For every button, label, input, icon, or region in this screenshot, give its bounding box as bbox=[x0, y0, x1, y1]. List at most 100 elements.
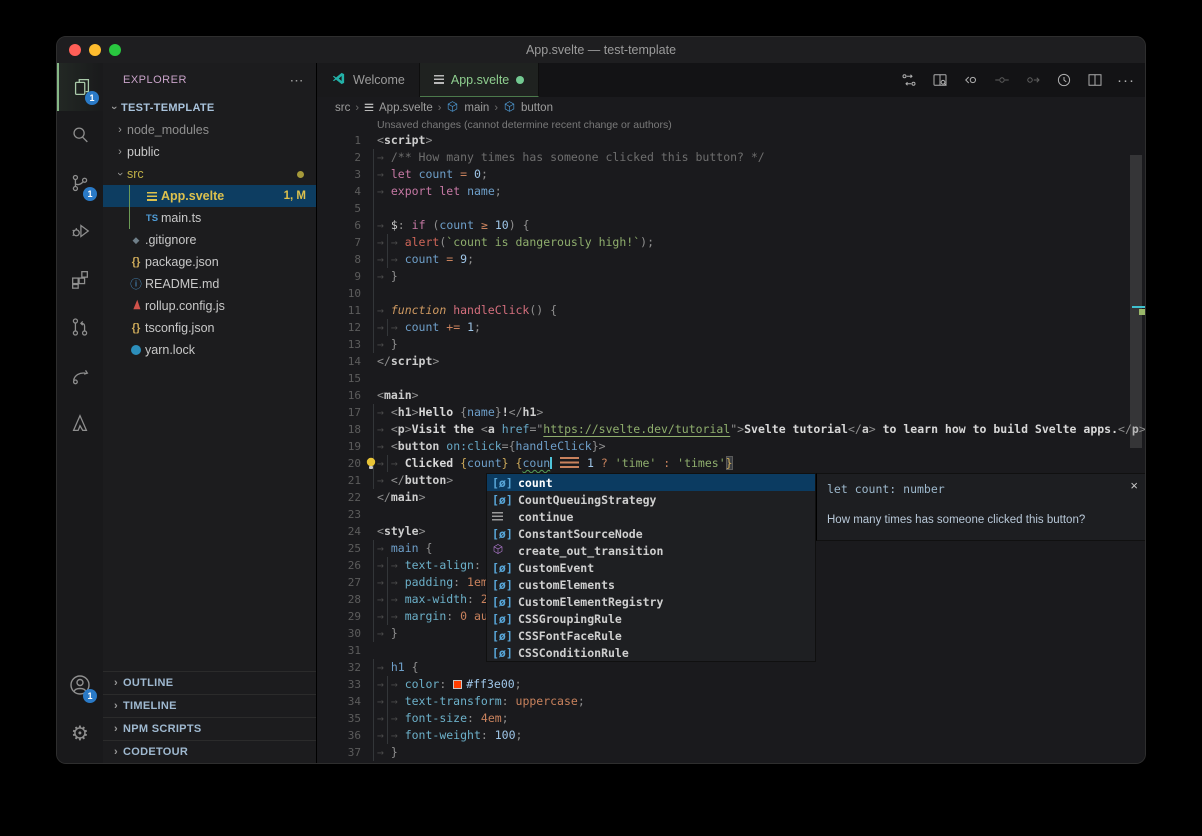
section-codetour[interactable]: ›CODETOUR bbox=[103, 740, 316, 763]
suggest-item-countqueuingstrategy[interactable]: [ø]CountQueuingStrategy bbox=[487, 491, 815, 508]
code-line-9[interactable]: 9→ } bbox=[317, 268, 1145, 285]
close-icon[interactable]: × bbox=[1130, 478, 1138, 493]
tab-label: Welcome bbox=[353, 73, 405, 87]
breadcrumb-main[interactable]: main bbox=[464, 102, 489, 114]
tree-item-label: rollup.config.js bbox=[145, 299, 225, 313]
compare-changes-icon[interactable] bbox=[900, 71, 918, 89]
code-line-13[interactable]: 13→ } bbox=[317, 336, 1145, 353]
code-line-11[interactable]: 11→ function handleClick() { bbox=[317, 302, 1145, 319]
code-line-4[interactable]: 4→ export let name; bbox=[317, 183, 1145, 200]
tree-root-test-template[interactable]: › TEST-TEMPLATE bbox=[103, 97, 316, 119]
yarn-file-icon bbox=[131, 345, 141, 355]
suggest-widget: [ø]count[ø]CountQueuingStrategycontinue[… bbox=[486, 473, 816, 662]
azure-icon[interactable] bbox=[57, 399, 103, 447]
extensions-icon[interactable] bbox=[57, 255, 103, 303]
tree-item-app-svelte[interactable]: App.svelte1, M bbox=[103, 185, 316, 207]
code-line-8[interactable]: 8→ → count = 9; bbox=[317, 251, 1145, 268]
code-line-36[interactable]: 36→ → font-weight: 100; bbox=[317, 727, 1145, 744]
explorer-more-actions-icon[interactable]: ⋯ bbox=[290, 63, 305, 97]
tree-item-package-json[interactable]: {}package.json bbox=[103, 251, 316, 273]
code-line-16[interactable]: 16<main> bbox=[317, 387, 1145, 404]
suggest-item-count[interactable]: [ø]count bbox=[487, 474, 815, 491]
code-line-18[interactable]: 18→ <p>Visit the <a href="https://svelte… bbox=[317, 421, 1145, 438]
source-control-icon[interactable]: 1 bbox=[57, 159, 103, 207]
indent-guide bbox=[373, 149, 374, 353]
explorer-icon[interactable]: 1 bbox=[57, 63, 105, 111]
github-pr-icon[interactable] bbox=[57, 303, 103, 351]
breadcrumb-button[interactable]: button bbox=[521, 102, 553, 114]
breadcrumb-src[interactable]: src bbox=[335, 102, 350, 114]
code-line-33[interactable]: 33→ → color: #ff3e00; bbox=[317, 676, 1145, 693]
section-outline[interactable]: ›OUTLINE bbox=[103, 671, 316, 694]
code-editor[interactable]: Unsaved changes (cannot determine recent… bbox=[317, 118, 1145, 763]
suggest-item-cssconditionrule[interactable]: [ø]CSSConditionRule bbox=[487, 644, 815, 661]
indent-guide bbox=[373, 404, 374, 489]
live-share-icon[interactable] bbox=[57, 351, 103, 399]
code-line-17[interactable]: 17→ <h1>Hello {name}!</h1> bbox=[317, 404, 1145, 421]
code-line-15[interactable]: 15 bbox=[317, 370, 1145, 387]
tree-item-public[interactable]: ›public bbox=[103, 141, 316, 163]
code-line-37[interactable]: 37→ } bbox=[317, 744, 1145, 761]
symbol-variable-icon: [ø] bbox=[492, 646, 513, 660]
code-line-6[interactable]: 6→ $: if (count ≥ 10) { bbox=[317, 217, 1145, 234]
more-actions-icon[interactable]: ··· bbox=[1117, 72, 1135, 89]
suggest-item-cssfontfacerule[interactable]: [ø]CSSFontFaceRule bbox=[487, 627, 815, 644]
line-number: 5 bbox=[317, 200, 377, 217]
css-color-swatch bbox=[453, 680, 462, 689]
line-number: 13 bbox=[317, 336, 377, 353]
suggest-item-customelementregistry[interactable]: [ø]CustomElementRegistry bbox=[487, 593, 815, 610]
breadcrumb-app-svelte[interactable]: App.svelte bbox=[379, 102, 433, 114]
suggest-item-continue[interactable]: continue bbox=[487, 508, 815, 525]
section-timeline[interactable]: ›TIMELINE bbox=[103, 694, 316, 717]
next-change-icon[interactable] bbox=[1024, 71, 1042, 89]
suggest-item-constantsourcenode[interactable]: [ø]ConstantSourceNode bbox=[487, 525, 815, 542]
tree-item-yarn-lock[interactable]: yarn.lock bbox=[103, 339, 316, 361]
code-line-2[interactable]: 2→ /** How many times has someone clicke… bbox=[317, 149, 1145, 166]
tree-item--gitignore[interactable]: ◆.gitignore bbox=[103, 229, 316, 251]
overview-ruler-change-mark bbox=[1139, 309, 1145, 315]
code-line-5[interactable]: 5 bbox=[317, 200, 1145, 217]
suggest-item-create_out_transition[interactable]: create_out_transition bbox=[487, 542, 815, 559]
tree-item-tsconfig-json[interactable]: {}tsconfig.json bbox=[103, 317, 316, 339]
code-line-10[interactable]: 10 bbox=[317, 285, 1145, 302]
line-number: 27 bbox=[317, 574, 377, 591]
suggest-item-customelements[interactable]: [ø]customElements bbox=[487, 576, 815, 593]
code-line-1[interactable]: 1<script> bbox=[317, 132, 1145, 149]
code-line-35[interactable]: 35→ → font-size: 4em; bbox=[317, 710, 1145, 727]
lightbulb-icon[interactable] bbox=[365, 457, 377, 473]
code-line-19[interactable]: 19→ <button on:click={handleClick}> bbox=[317, 438, 1145, 455]
diff-dim-icon[interactable] bbox=[993, 71, 1011, 89]
line-number: 8 bbox=[317, 251, 377, 268]
timeline-icon[interactable] bbox=[1055, 71, 1073, 89]
code-line-12[interactable]: 12→ → count += 1; bbox=[317, 319, 1145, 336]
search-icon[interactable] bbox=[57, 111, 103, 159]
suggest-item-cssgroupingrule[interactable]: [ø]CSSGroupingRule bbox=[487, 610, 815, 627]
run-debug-icon[interactable] bbox=[57, 207, 103, 255]
account-icon[interactable]: 1 bbox=[57, 661, 103, 709]
tab-welcome[interactable]: Welcome bbox=[317, 63, 420, 97]
tree-item-readme-md[interactable]: ⓘREADME.md bbox=[103, 273, 316, 295]
suggest-item-label: continue bbox=[518, 510, 573, 524]
code-line-7[interactable]: 7→ → alert(`count is dangerously high!`)… bbox=[317, 234, 1145, 251]
modified-dot-icon[interactable] bbox=[516, 76, 524, 84]
window-title: App.svelte — test-template bbox=[57, 37, 1145, 63]
split-editor-icon[interactable] bbox=[1086, 71, 1104, 89]
code-line-20[interactable]: 20→ → Clicked {count} {coun 1 ? 'time' :… bbox=[317, 455, 1145, 472]
open-preview-icon[interactable] bbox=[931, 71, 949, 89]
section-npm-scripts[interactable]: ›NPM SCRIPTS bbox=[103, 717, 316, 740]
code-line-34[interactable]: 34→ → text-transform: uppercase; bbox=[317, 693, 1145, 710]
code-line-14[interactable]: 14</script> bbox=[317, 353, 1145, 370]
tab-app-svelte[interactable]: App.svelte bbox=[420, 63, 539, 97]
suggest-item-label: CSSGroupingRule bbox=[518, 612, 622, 626]
tree-item-node-modules[interactable]: ›node_modules bbox=[103, 119, 316, 141]
suggest-item-customevent[interactable]: [ø]CustomEvent bbox=[487, 559, 815, 576]
symbol-variable-icon: [ø] bbox=[492, 476, 513, 490]
tree-item-main-ts[interactable]: TSmain.ts bbox=[103, 207, 316, 229]
previous-change-icon[interactable] bbox=[962, 71, 980, 89]
settings-gear-icon[interactable]: ⚙ bbox=[57, 709, 103, 757]
tree-item-rollup-config-js[interactable]: rollup.config.js bbox=[103, 295, 316, 317]
editor-scrollbar[interactable] bbox=[1130, 155, 1142, 448]
suggest-doc-signature: let count: number bbox=[827, 482, 945, 496]
code-line-3[interactable]: 3→ let count = 0; bbox=[317, 166, 1145, 183]
tree-item-src[interactable]: ›src bbox=[103, 163, 316, 185]
